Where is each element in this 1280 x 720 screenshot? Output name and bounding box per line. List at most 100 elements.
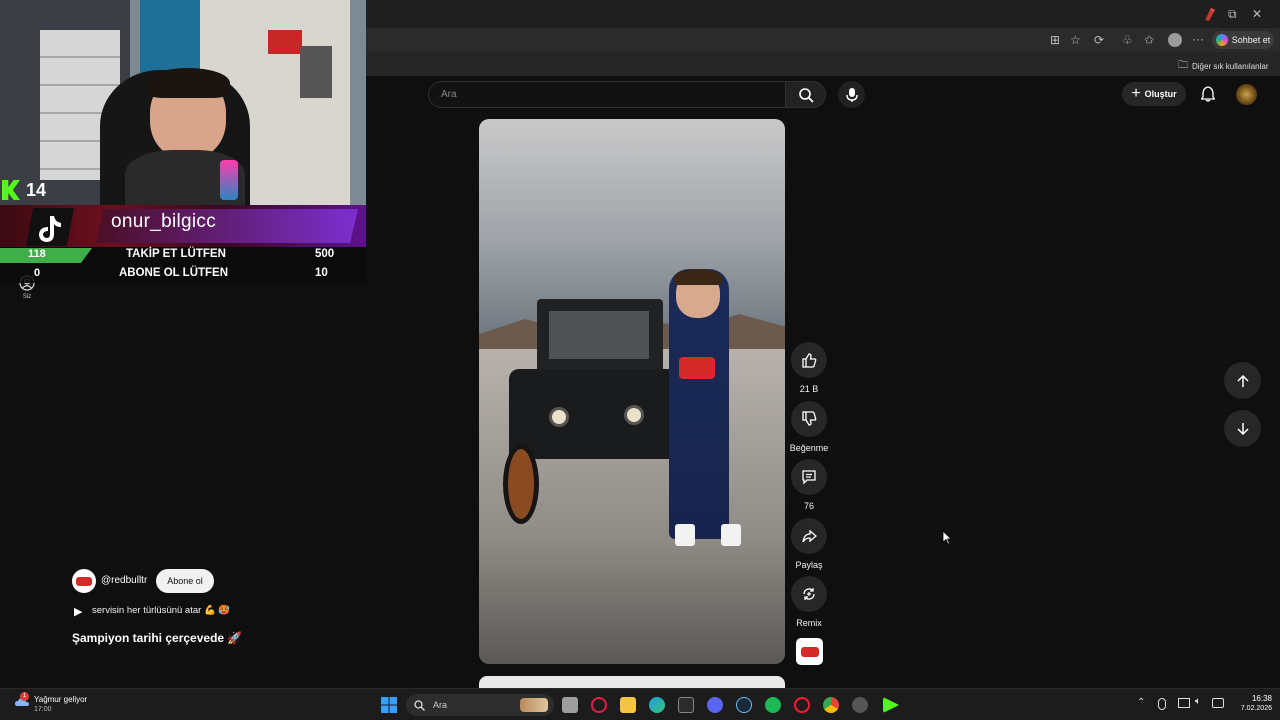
channel-name[interactable]: @redbulltr: [101, 575, 147, 586]
hidden-icons-chevron-icon[interactable]: ⌃: [1137, 697, 1145, 708]
thumbs-down-icon: [802, 411, 817, 426]
dislike-action[interactable]: Beğenme: [790, 401, 828, 453]
plus-icon: +: [1131, 85, 1141, 102]
search-placeholder: Ara: [441, 89, 457, 100]
video-driver-logo: [679, 357, 715, 379]
goal-follow-current: 118: [28, 248, 46, 260]
weather-alert-badge: 1: [20, 692, 29, 701]
bell-icon: [1201, 86, 1215, 102]
profile-avatar-icon[interactable]: [1168, 33, 1182, 47]
sidebar-you-label: Siz: [22, 294, 32, 300]
sound-source-thumbnail[interactable]: [796, 638, 823, 665]
favorite-star-icon[interactable]: ☆: [1070, 33, 1081, 47]
taskbar-search-box[interactable]: Ara: [406, 694, 554, 716]
channel-avatar[interactable]: [72, 569, 96, 593]
create-button[interactable]: + Oluştur: [1122, 82, 1186, 106]
copilot-label: Sohbet et: [1231, 35, 1271, 45]
audio-track-text[interactable]: servisin her türlüsünü atar 💪 🥵: [92, 605, 230, 616]
chrome-icon[interactable]: [823, 697, 839, 713]
volume-tray-icon[interactable]: 🔈︎: [1195, 696, 1201, 707]
copilot-chat-button[interactable]: Sohbet et: [1212, 31, 1274, 49]
next-short-preview[interactable]: [479, 676, 785, 688]
redbull-sound-icon: [800, 646, 819, 657]
voice-search-button[interactable]: [838, 81, 865, 108]
search-highlight-icon: [520, 698, 548, 712]
tiktok-icon: [39, 216, 61, 242]
windows-logo-icon: [381, 697, 397, 713]
like-button[interactable]: [791, 342, 827, 378]
short-title: Şampiyon tarihi çerçevede 🚀: [72, 631, 243, 645]
address-bar[interactable]: ⊞ ☆ ⟳ ♧ ✩ ··· Sohbet et: [366, 28, 1280, 52]
comment-icon: [802, 470, 816, 485]
arrow-down-icon: [1236, 422, 1249, 435]
webcam-hair: [146, 68, 230, 98]
file-explorer-icon[interactable]: [620, 697, 636, 713]
previous-short-button[interactable]: [1224, 362, 1261, 399]
edge-browser-icon[interactable]: [649, 697, 665, 713]
goal-follow-label: TAKİP ET LÜTFEN: [126, 248, 226, 260]
opera-gx-icon[interactable]: [591, 697, 607, 713]
video-driver-shoe-left: [675, 524, 695, 546]
clock[interactable]: 16:38 7.02.2026: [1230, 694, 1272, 712]
more-options-icon[interactable]: ···: [1192, 32, 1204, 46]
goal-progress-fill: [0, 248, 92, 263]
search-icon: [798, 87, 814, 103]
notifications-button[interactable]: [1198, 84, 1218, 104]
mic-tray-icon[interactable]: [1158, 698, 1166, 710]
start-button[interactable]: [381, 697, 397, 713]
comments-button[interactable]: [791, 459, 827, 495]
video-car-headlight-right: [624, 405, 644, 425]
video-driver-shoe-right: [721, 524, 741, 546]
share-action[interactable]: Paylaş: [791, 518, 827, 570]
spotify-icon[interactable]: [765, 697, 781, 713]
network-tray-icon[interactable]: [1178, 698, 1190, 708]
task-view-icon[interactable]: [562, 697, 578, 713]
remix-action[interactable]: Remix: [791, 576, 827, 628]
audio-play-icon[interactable]: ▶: [74, 605, 82, 618]
close-window-icon[interactable]: ✕: [1252, 7, 1262, 21]
ms-store-icon[interactable]: [678, 697, 694, 713]
weather-title[interactable]: Yağmur geliyor: [34, 695, 87, 704]
redbull-logo-icon: [76, 576, 92, 586]
folder-icon: 🗀: [1178, 60, 1188, 71]
discord-icon[interactable]: [707, 697, 723, 713]
extensions-icon[interactable]: ⟳: [1094, 33, 1104, 47]
battery-tray-icon[interactable]: [1212, 698, 1224, 708]
account-avatar[interactable]: [1236, 84, 1257, 105]
stream-goals: 118 TAKİP ET LÜTFEN 500 0 ABONE OL LÜTFE…: [0, 247, 366, 283]
kick-follower-count: 14: [26, 180, 47, 200]
browser-logo-icon: [1202, 6, 1218, 22]
remix-icon: [803, 588, 815, 600]
kick-streamer-icon[interactable]: [883, 697, 899, 713]
taskbar-search-placeholder: Ara: [433, 700, 448, 710]
search-input[interactable]: Ara: [428, 81, 786, 108]
steam-icon[interactable]: [736, 697, 752, 713]
arrow-up-icon: [1236, 374, 1249, 387]
share-button[interactable]: [791, 518, 827, 554]
search-button[interactable]: [786, 81, 826, 108]
bookmarks-bar: 🗀 Diğer sık kullanılanlar: [366, 52, 1280, 76]
comments-action[interactable]: 76: [791, 459, 827, 511]
like-action[interactable]: 21 B: [791, 342, 827, 394]
video-driver-hair: [674, 269, 722, 285]
webcam-poster: [300, 46, 332, 98]
split-screen-icon[interactable]: ⊞: [1050, 33, 1060, 47]
clock-time: 16:38: [1251, 694, 1272, 703]
clock-date: 7.02.2026: [1240, 705, 1272, 712]
settings-app-icon[interactable]: [852, 697, 868, 713]
goal-follow-target: 500: [315, 248, 335, 260]
other-favorites-folder[interactable]: 🗀 Diğer sık kullanılanlar: [1178, 58, 1268, 75]
dislike-button[interactable]: [791, 401, 827, 437]
next-short-button[interactable]: [1224, 410, 1261, 447]
short-video-player[interactable]: [479, 119, 785, 664]
restore-window-icon[interactable]: ⧉: [1228, 7, 1237, 21]
opera-icon[interactable]: [794, 697, 810, 713]
share-arrow-icon: [802, 529, 817, 543]
remix-button[interactable]: [791, 576, 827, 612]
copilot-icon: [1215, 34, 1228, 46]
video-car-wheel: [503, 444, 539, 524]
favorites-icon[interactable]: ✩: [1144, 33, 1154, 47]
performance-icon[interactable]: ♧: [1122, 33, 1133, 47]
subscribe-button[interactable]: Abone ol: [156, 569, 214, 593]
thumbs-up-icon: [802, 353, 817, 368]
